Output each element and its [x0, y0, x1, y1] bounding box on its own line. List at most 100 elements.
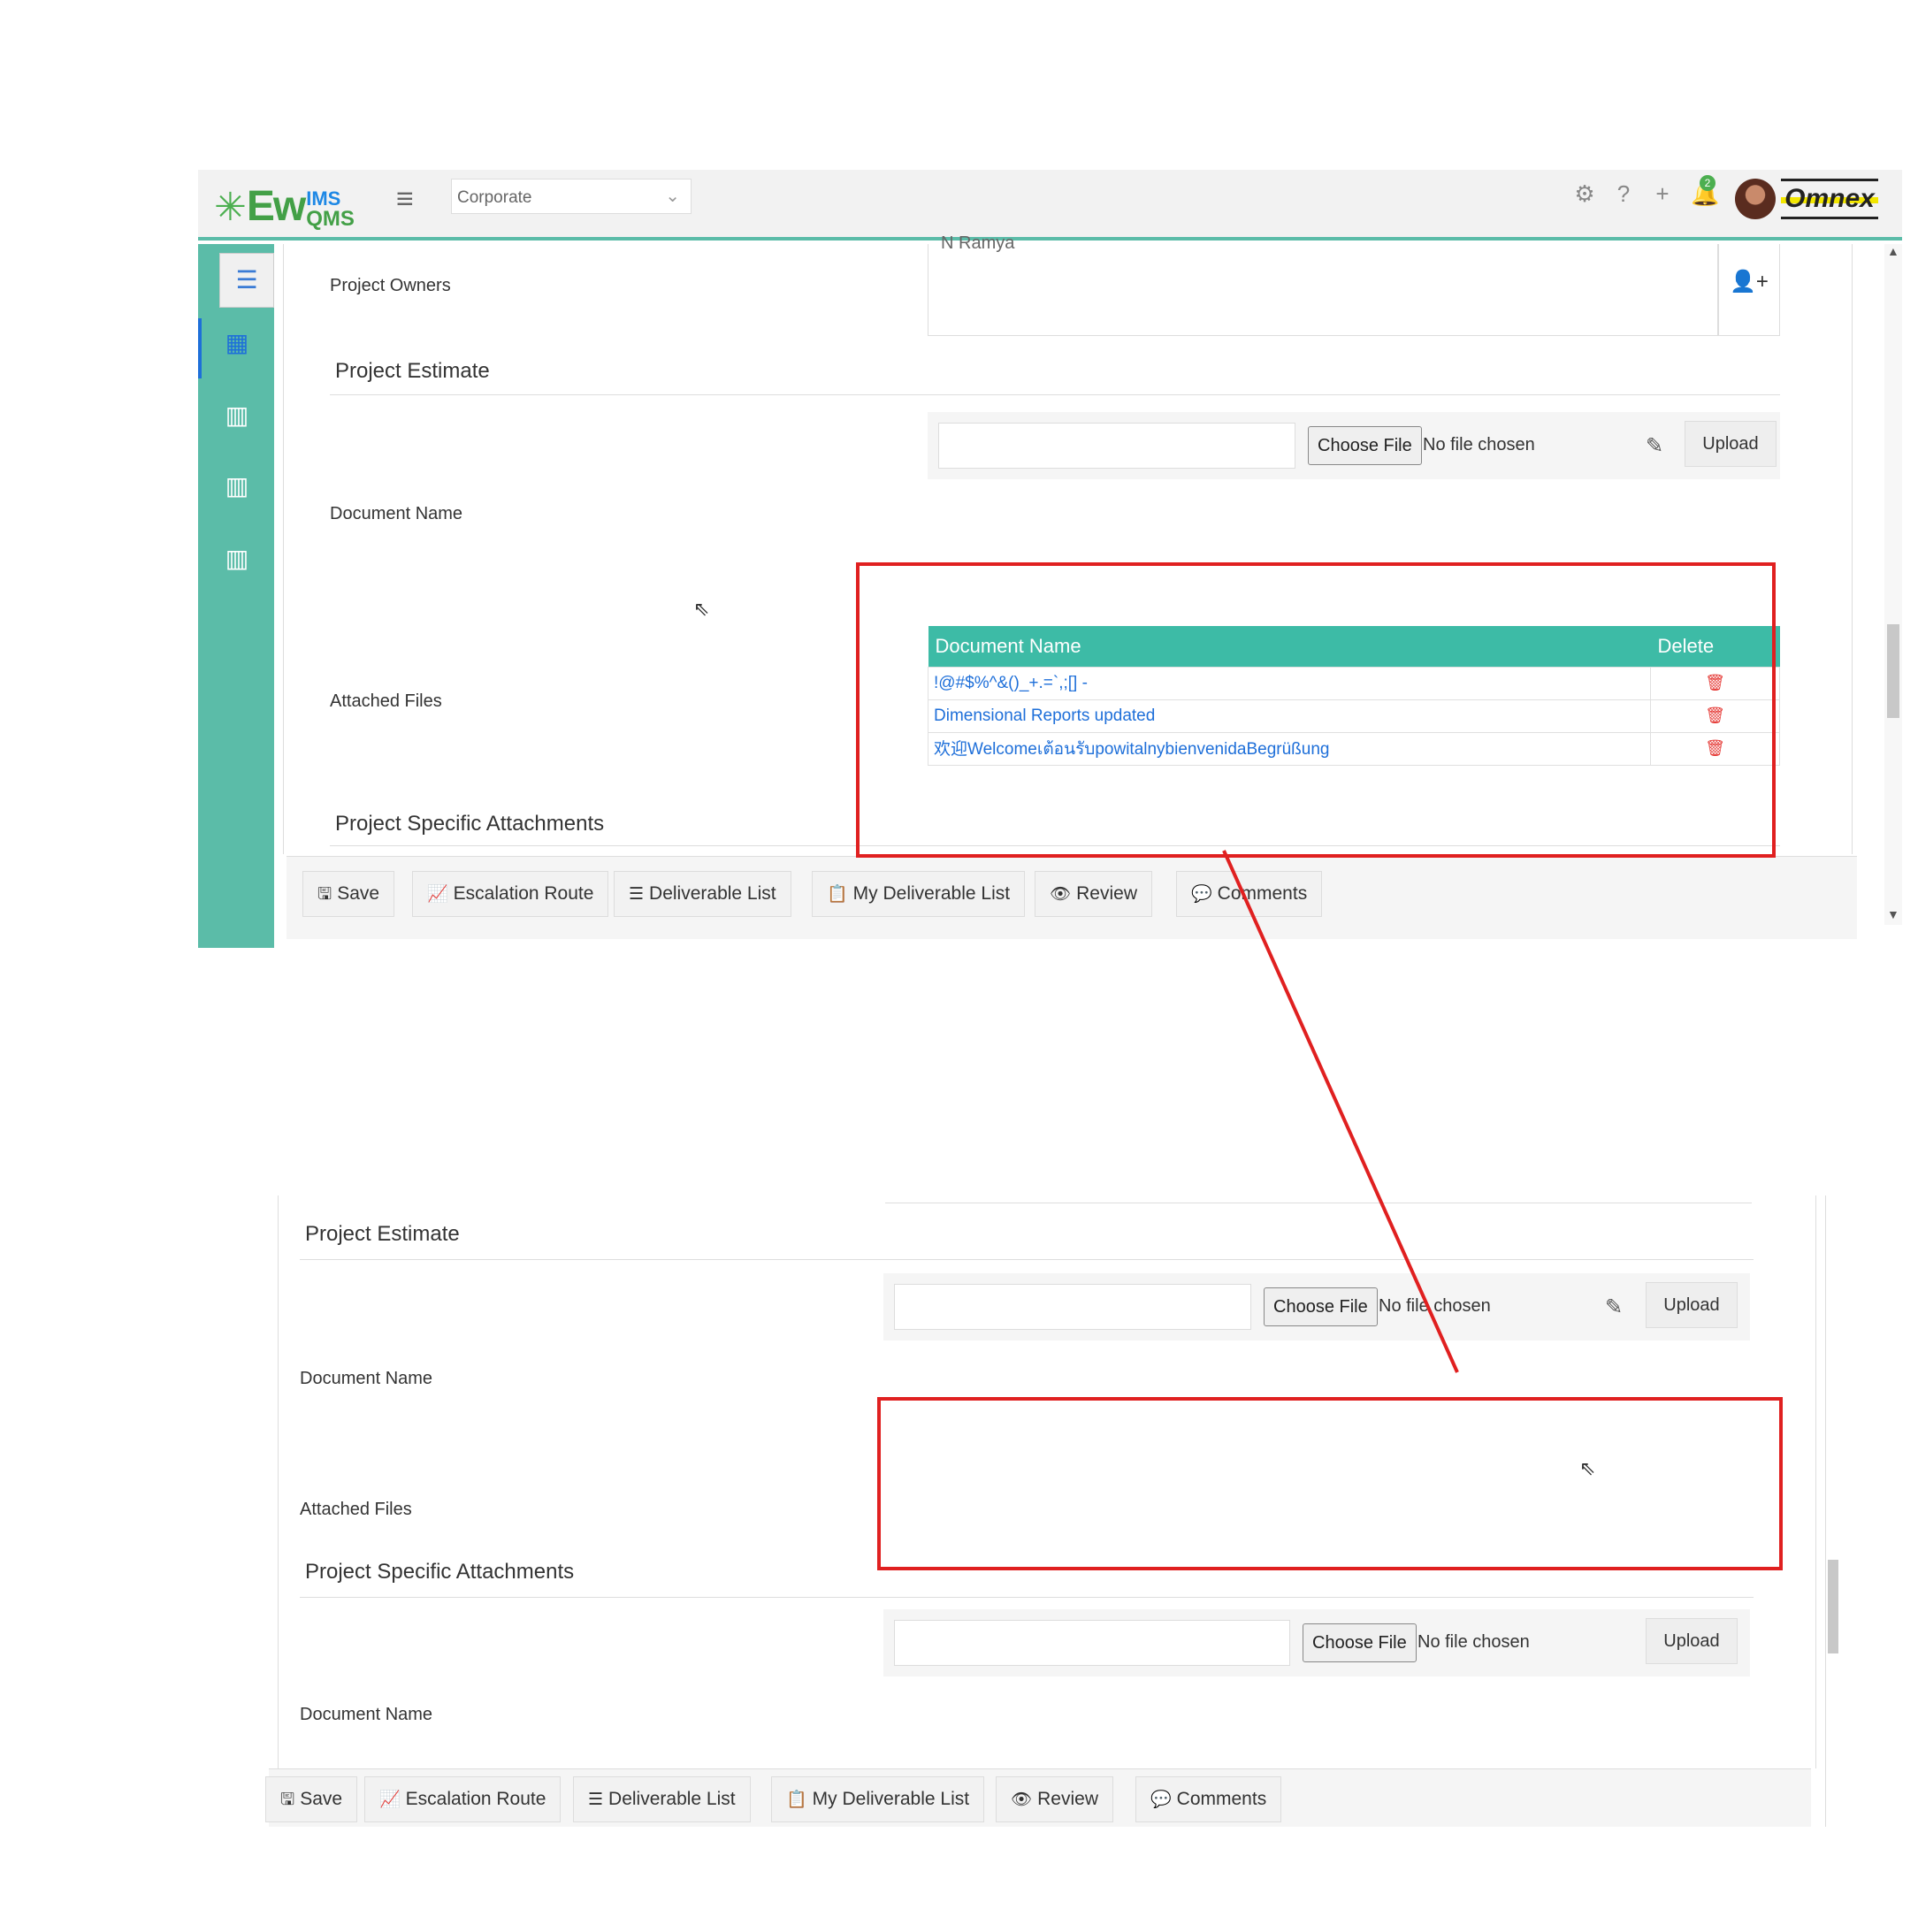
left-sidebar: ☰ ▦ ▥ ▥ ▥ — [198, 244, 274, 948]
help-icon[interactable]: ? — [1613, 180, 1634, 208]
building-icon[interactable]: ▦ — [218, 324, 256, 363]
upload-button[interactable]: Upload — [1685, 421, 1777, 467]
eye-icon: 👁 — [1050, 885, 1072, 904]
review-label: Review — [1076, 883, 1137, 904]
edit-icon[interactable]: ✎ — [1605, 1294, 1623, 1320]
hamburger-icon[interactable]: ≡ — [396, 182, 414, 217]
avatar[interactable] — [1735, 179, 1776, 219]
add-user-icon[interactable]: 👤+ — [1718, 244, 1780, 336]
deliverable-list-button[interactable]: ☰ Deliverable List — [573, 1776, 751, 1822]
comment-icon: 💬 — [1191, 885, 1212, 904]
document-name-label: Document Name — [300, 1369, 433, 1388]
org-select[interactable]: Corporate ⌄ — [451, 179, 692, 214]
document-name-input[interactable] — [894, 1284, 1251, 1330]
comment-icon: 💬 — [1150, 1791, 1172, 1809]
gear-icon[interactable]: ⚙ — [1574, 180, 1595, 208]
upload-button[interactable]: Upload — [1646, 1618, 1738, 1664]
my-deliverable-label: My Deliverable List — [812, 1789, 970, 1809]
comments-label: Comments — [1217, 883, 1308, 904]
upload-row: Choose File No file chosen ✎ Upload — [883, 1273, 1750, 1340]
scrollbar[interactable] — [1825, 1195, 1843, 1827]
section-project-estimate: Project Estimate — [335, 359, 490, 383]
chevron-down-icon: ⌄ — [665, 187, 680, 206]
my-deliverable-list-button[interactable]: 📋 My Deliverable List — [771, 1776, 985, 1822]
file-status: No file chosen — [1379, 1296, 1491, 1316]
divider — [300, 1259, 1754, 1260]
clipboard-icon: 📋 — [827, 885, 848, 904]
choose-file-button[interactable]: Choose File — [1303, 1623, 1417, 1662]
project-owners-label: Project Owners — [330, 276, 451, 295]
upload-row: Choose File No file chosen ✎ Upload — [928, 412, 1780, 479]
deliverable-list-button[interactable]: ☰ Deliverable List — [614, 871, 791, 917]
my-deliverable-list-button[interactable]: 📋 My Deliverable List — [812, 871, 1026, 917]
scrollbar[interactable]: ▲ ▼ — [1884, 244, 1902, 925]
scroll-up-icon[interactable]: ▲ — [1887, 244, 1899, 258]
attached-files-label: Attached Files — [300, 1500, 412, 1519]
file-status: No file chosen — [1423, 435, 1535, 454]
upload-row: Choose File No file chosen Upload — [883, 1609, 1750, 1676]
escalation-route-button[interactable]: 📈 Escalation Route — [364, 1776, 562, 1822]
highlight-box-files-present — [856, 562, 1776, 858]
scrollbar-thumb[interactable] — [1828, 1560, 1838, 1653]
logo-sub: QMS — [306, 207, 355, 231]
deliverable-label: Deliverable List — [608, 1789, 736, 1809]
file-status: No file chosen — [1417, 1632, 1530, 1652]
mouse-cursor-icon: ⇖ — [693, 598, 710, 620]
chart-icon: 📈 — [379, 1791, 401, 1809]
comments-button[interactable]: 💬 Comments — [1135, 1776, 1282, 1822]
project-owners-field[interactable]: N Ramya — [928, 233, 1718, 336]
save-button[interactable]: 🖫 Save — [265, 1776, 358, 1822]
top-navbar: ✳ Ew IMS QMS ≡ Corporate ⌄ ⚙ ? + 🔔 2 Omn… — [198, 170, 1902, 241]
logo-text: Ew — [246, 183, 306, 230]
building-icon[interactable]: ▥ — [218, 396, 256, 435]
eye-icon: 👁 — [1011, 1791, 1033, 1809]
save-icon: 🖫 — [280, 1791, 295, 1809]
active-indicator — [198, 318, 202, 378]
menu-toggle-icon[interactable]: ☰ — [219, 253, 274, 308]
section-project-estimate: Project Estimate — [305, 1222, 460, 1246]
logo-sup: IMS — [306, 187, 341, 210]
list-icon: ☰ — [588, 1791, 604, 1809]
divider — [330, 394, 1780, 395]
document-name-label: Document Name — [300, 1705, 433, 1724]
building-icon[interactable]: ▥ — [218, 467, 256, 506]
escalation-label: Escalation Route — [453, 883, 594, 904]
section-project-specific: Project Specific Attachments — [305, 1560, 575, 1584]
document-name-input[interactable] — [938, 423, 1295, 469]
action-bar: 🖫 Save 📈 Escalation Route ☰ Deliverable Lis… — [265, 1768, 1811, 1827]
brand-logo: Omnex — [1781, 179, 1878, 219]
divider — [300, 1597, 1754, 1598]
section-project-specific: Project Specific Attachments — [335, 812, 605, 836]
review-label: Review — [1037, 1789, 1098, 1809]
upload-button[interactable]: Upload — [1646, 1282, 1738, 1328]
edit-icon[interactable]: ✎ — [1646, 433, 1663, 459]
document-name-input[interactable] — [894, 1620, 1290, 1666]
notification-badge: 2 — [1700, 175, 1716, 191]
plus-icon[interactable]: + — [1652, 180, 1673, 208]
save-label: Save — [300, 1789, 343, 1809]
choose-file-button[interactable]: Choose File — [1308, 426, 1422, 465]
document-name-label: Document Name — [330, 504, 463, 523]
action-bar: 🖫 Save 📈 Escalation Route ☰ Deliverable Lis… — [287, 856, 1857, 939]
choose-file-button[interactable]: Choose File — [1264, 1287, 1378, 1326]
building-icon[interactable]: ▥ — [218, 539, 256, 578]
org-select-value: Corporate — [457, 188, 532, 207]
review-button[interactable]: 👁 Review — [1035, 871, 1152, 917]
scrollbar-thumb[interactable] — [1887, 624, 1899, 718]
app-logo[interactable]: ✳ Ew IMS QMS — [214, 177, 355, 230]
clipboard-icon: 📋 — [786, 1791, 807, 1809]
save-button[interactable]: 🖫 Save — [302, 871, 395, 917]
comments-button[interactable]: 💬 Comments — [1176, 871, 1323, 917]
highlight-box-files-missing — [877, 1397, 1783, 1570]
deliverable-label: Deliverable List — [649, 883, 776, 904]
review-button[interactable]: 👁 Review — [996, 1776, 1113, 1822]
my-deliverable-label: My Deliverable List — [852, 883, 1011, 904]
comments-label: Comments — [1176, 1789, 1267, 1809]
scroll-down-icon[interactable]: ▼ — [1887, 907, 1899, 921]
save-label: Save — [337, 883, 380, 904]
logo-star-icon: ✳ — [214, 186, 247, 229]
list-icon: ☰ — [629, 885, 645, 904]
save-icon: 🖫 — [317, 885, 332, 904]
escalation-route-button[interactable]: 📈 Escalation Route — [412, 871, 609, 917]
escalation-label: Escalation Route — [405, 1789, 546, 1809]
